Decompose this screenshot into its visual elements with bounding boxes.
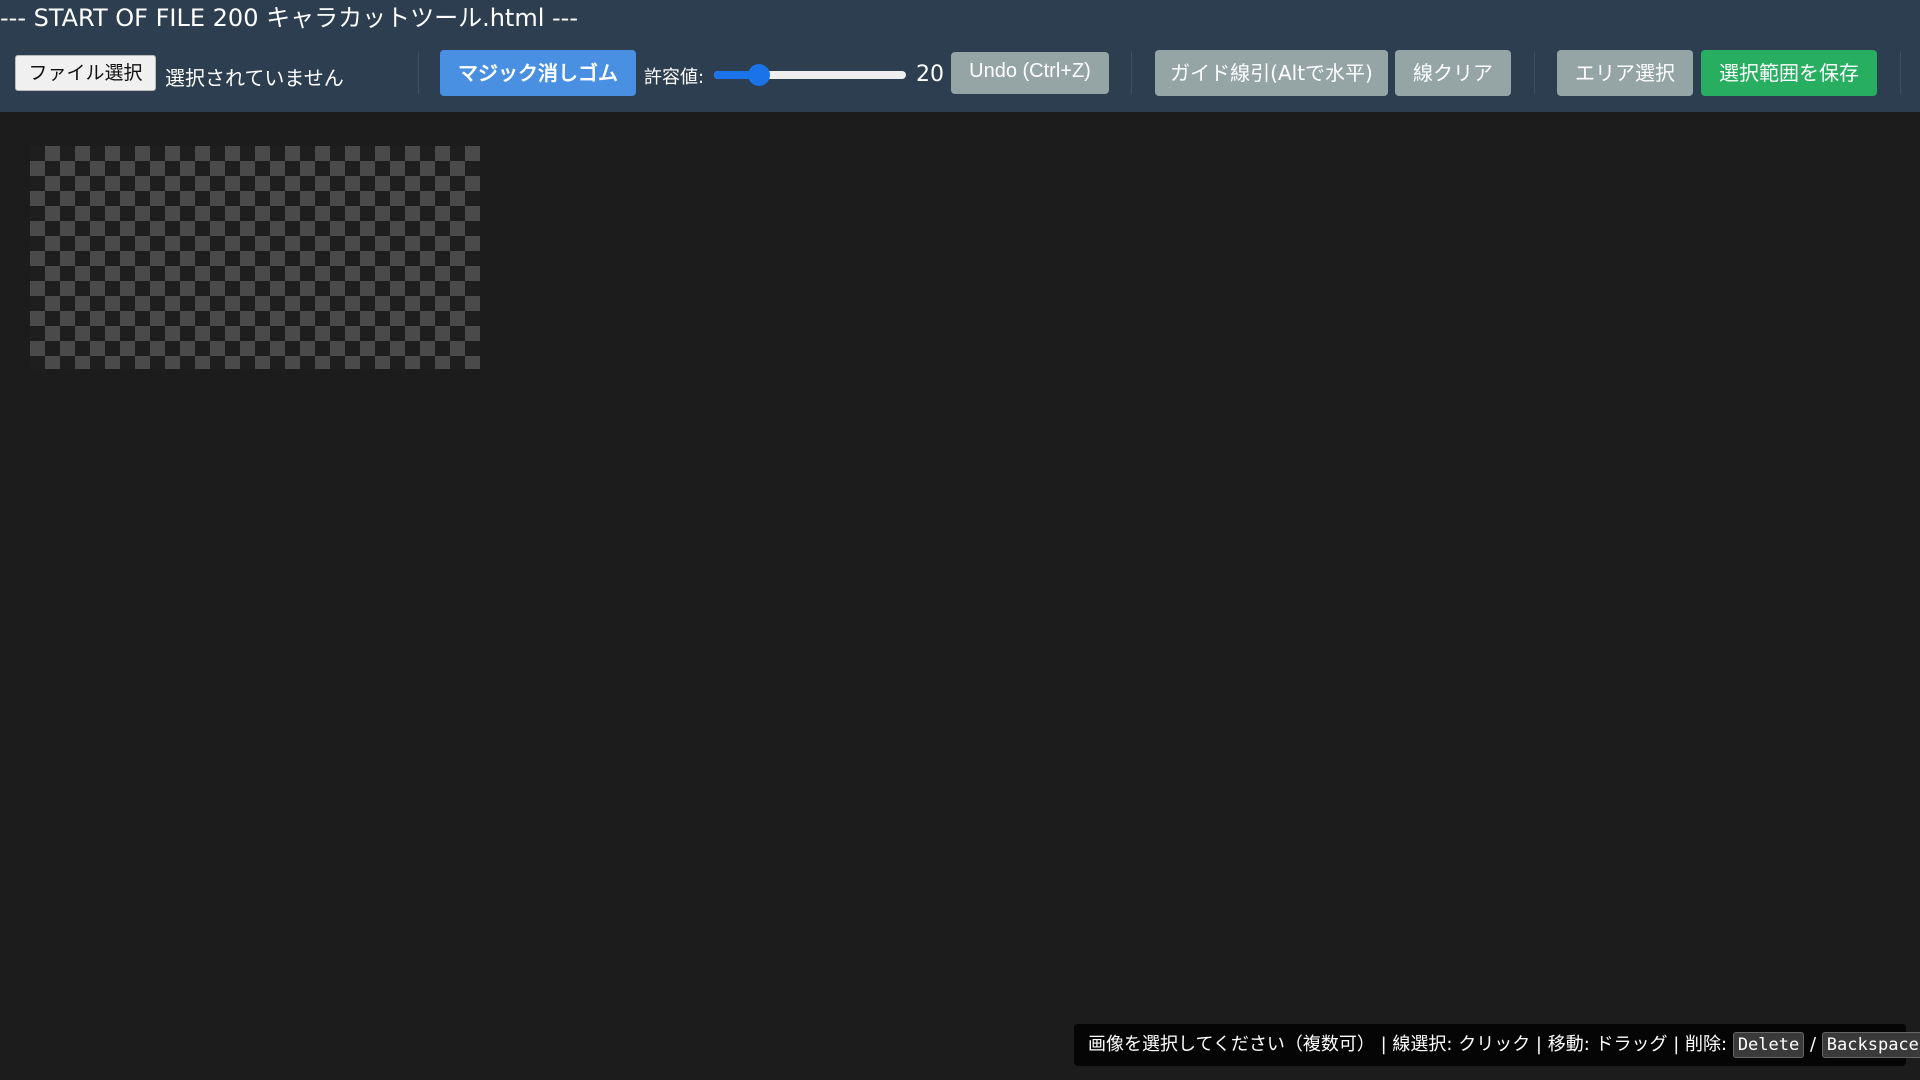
status-bar: 画像を選択してください（複数可） | 線選択: クリック | 移動: ドラッグ … [1074,1024,1920,1066]
area-select-button[interactable]: エリア選択 [1557,50,1693,96]
tolerance-label: 許容値: [644,67,705,88]
file-select-button[interactable]: ファイル選択 [15,55,156,91]
key-separator: / [1809,1034,1817,1055]
delete-key-hint: Delete [1732,1032,1805,1058]
magic-eraser-button[interactable]: マジック消しゴム [440,50,636,96]
image-canvas[interactable] [30,146,480,369]
clear-lines-button[interactable]: 線クリア [1395,50,1511,96]
toolbar-divider [418,52,419,94]
toolbar: ファイル選択 選択されていません マジック消しゴム 許容値: 20 Undo (… [0,36,1920,112]
save-selection-button[interactable]: 選択範囲を保存 [1701,50,1877,96]
undo-button[interactable]: Undo (Ctrl+Z) [951,52,1109,94]
toolbar-divider [1131,52,1132,94]
backspace-key-hint: Backspace [1821,1032,1920,1058]
file-title-bar: --- START OF FILE 200 キャラカットツール.html --- [0,0,1920,36]
toolbar-divider [1534,52,1535,94]
tolerance-value: 20 [916,62,944,87]
guide-line-button[interactable]: ガイド線引(Altで水平) [1155,50,1388,96]
toolbar-divider [1900,52,1901,94]
tolerance-slider-thumb[interactable] [748,64,770,86]
status-text: 画像を選択してください（複数可） | 線選択: クリック | 移動: ドラッグ … [1088,1034,1733,1055]
file-status-text: 選択されていません [165,66,344,90]
